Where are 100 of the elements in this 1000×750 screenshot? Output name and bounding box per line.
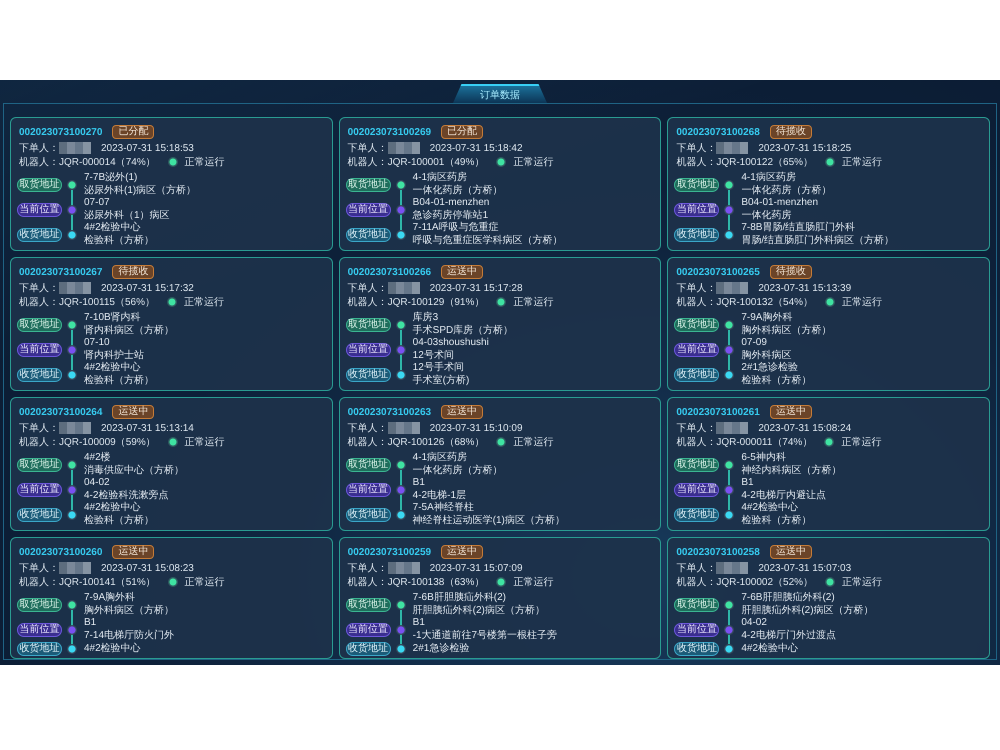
pixelated-block <box>716 562 748 574</box>
timeline-dot-icon <box>724 370 734 380</box>
order-number: 002023073100269 <box>348 126 432 138</box>
timeline-dot-icon <box>396 204 406 214</box>
orderer-label: 下单人： <box>19 142 59 155</box>
address-line: 检验科（方桥） <box>84 234 154 247</box>
address-line: 4-1病区药房 <box>412 452 468 464</box>
order-number: 002023073100258 <box>676 546 760 558</box>
address-line: 神经脊柱运动医学(1)病区（方桥） <box>412 514 565 527</box>
status-tag: 运送中 <box>770 545 812 559</box>
address-tag: 收货地址 <box>674 228 720 242</box>
address-tag: 收货地址 <box>17 642 62 656</box>
address-tag: 当前位置 <box>346 622 391 636</box>
order-number: 002023073100259 <box>348 546 432 558</box>
address-tag: 取货地址 <box>346 318 391 332</box>
address-line: 7-5A神经脊柱 <box>412 502 475 514</box>
robot-info: 机器人：JQR-100126（68%） <box>348 436 484 449</box>
address-tag: 取货地址 <box>346 458 391 472</box>
address-line: 4#2检验中心 <box>84 642 141 656</box>
orderer-label: 下单人： <box>19 422 59 435</box>
address-line: 急诊药房停靠站1 <box>412 210 490 222</box>
address-tag: 当前位置 <box>17 202 62 216</box>
address-tag: 取货地址 <box>346 598 391 612</box>
address-tag: 收货地址 <box>346 228 391 242</box>
address-line: 一体化药房 <box>741 210 792 222</box>
status-dot-icon <box>825 297 836 307</box>
robot-info: 机器人：JQR-100138（63%） <box>348 576 484 589</box>
robot-info: 机器人：JQR-000011（74%） <box>676 436 812 449</box>
address-line: 7-9A胸外科 <box>84 592 136 604</box>
orderer-label: 下单人： <box>348 422 388 435</box>
robot-info: 机器人：JQR-000014（74%） <box>19 156 156 169</box>
address-tag: 收货地址 <box>346 368 391 382</box>
status-tag: 已分配 <box>441 125 484 139</box>
status-tag: 运送中 <box>441 405 484 419</box>
robot-status: 正常运行 <box>184 296 224 309</box>
address-line: 检验科（方桥） <box>84 374 154 387</box>
panel-title: 订单数据 <box>453 84 547 103</box>
timeline-dot-icon <box>724 180 734 190</box>
address-tag: 当前位置 <box>17 482 62 496</box>
address-line: 呼吸与危重症医学科病区（方桥） <box>412 234 563 247</box>
status-dot-icon <box>166 297 177 307</box>
timeline-dot-icon <box>67 180 77 190</box>
address-line: 07-07 <box>84 197 111 210</box>
address-line: 泌尿外科(1)病区（方桥） <box>84 184 196 197</box>
address-line: B04-01-menzhen <box>412 197 490 210</box>
address-line: 检验科（方桥） <box>741 374 812 387</box>
order-time: 2023-07-31 15:17:32 <box>101 282 194 294</box>
address-line: B1 <box>741 477 755 490</box>
address-line: B1 <box>412 477 426 490</box>
timeline-dot-icon <box>396 644 406 654</box>
orderer-label: 下单人： <box>19 562 59 575</box>
address-line: 07-10 <box>84 337 111 350</box>
orderer-label: 下单人： <box>676 562 716 575</box>
order-time: 2023-07-31 15:17:28 <box>430 282 523 294</box>
timeline-dot-icon <box>67 510 77 520</box>
address-tag: 收货地址 <box>346 642 391 656</box>
status-dot-icon <box>824 437 834 447</box>
address-tag: 取货地址 <box>674 598 720 612</box>
address-line: 4#2检验中心 <box>84 362 142 374</box>
address-line: 4#2检验中心 <box>741 642 798 656</box>
address-line: 2#1急诊检验 <box>412 642 470 656</box>
orderer-label: 下单人： <box>348 562 388 575</box>
robot-info: 机器人：JQR-100115（56%） <box>19 296 155 309</box>
pixelated-block <box>59 282 91 294</box>
address-tag: 取货地址 <box>17 178 62 192</box>
robot-status: 正常运行 <box>842 576 882 589</box>
robot-info: 机器人：JQR-100122（65%） <box>676 156 814 169</box>
timeline-dot-icon <box>396 510 406 520</box>
pixelated-block <box>59 422 91 434</box>
status-tag: 运送中 <box>112 405 154 419</box>
address-line: 7-8B胃肠/结直肠肛门外科 <box>741 222 856 234</box>
order-time: 2023-07-31 15:07:09 <box>430 562 523 574</box>
address-line: 7-11A呼吸与危重症 <box>412 222 500 234</box>
robot-info: 机器人：JQR-100132（54%） <box>676 296 814 309</box>
timeline-dot-icon <box>67 230 77 240</box>
address-line: -1大通道前往7号楼第一根柱子旁 <box>412 630 558 642</box>
address-line: 07-09 <box>741 337 768 350</box>
address-line: 一体化药房（方桥） <box>412 464 503 477</box>
address-line: 4-2电梯厅门外过渡点 <box>741 630 836 642</box>
timeline-dot-icon <box>396 344 406 354</box>
status-dot-icon <box>168 577 178 587</box>
timeline-dot-icon <box>67 320 77 330</box>
timeline-dot-icon <box>724 230 734 240</box>
address-line: 7-14电梯厅防火门外 <box>84 630 174 642</box>
status-dot-icon <box>496 297 506 307</box>
timeline-dot-icon <box>724 624 734 634</box>
timeline-dot-icon <box>67 484 77 494</box>
status-dot-icon <box>825 157 836 167</box>
address-tag: 当前位置 <box>346 482 391 496</box>
address-line: B1 <box>412 617 426 630</box>
address-line: 04-02 <box>741 617 768 630</box>
timeline-dot-icon <box>724 600 734 610</box>
address-tag: 当前位置 <box>17 342 62 356</box>
address-line: 4-1病区药房 <box>741 172 797 184</box>
address-line: B1 <box>84 617 98 630</box>
address-line: 4#2检验中心 <box>741 502 800 514</box>
address-tag: 取货地址 <box>674 318 720 332</box>
robot-status: 正常运行 <box>513 296 554 309</box>
address-line: 肾内科护士站 <box>84 350 144 362</box>
address-line: 消毒供应中心（方桥） <box>84 464 184 477</box>
